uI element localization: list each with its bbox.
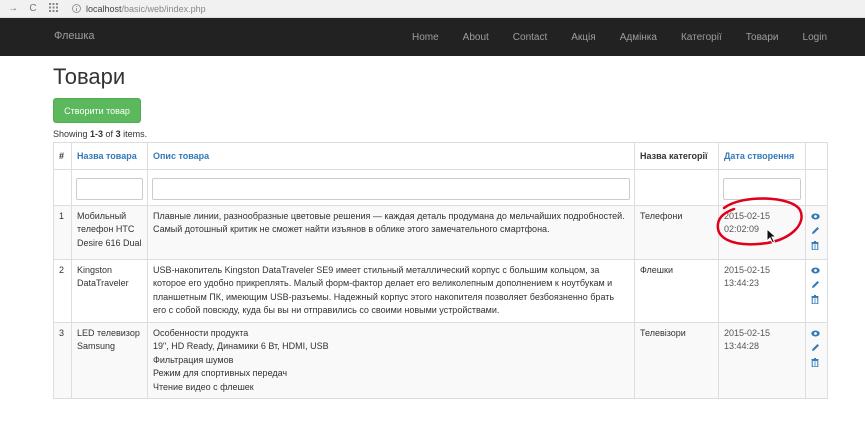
back-button[interactable]: → xyxy=(6,3,20,14)
created-date-cell: 2015-02-15 02:02:09 xyxy=(718,204,806,260)
filter-date-input[interactable] xyxy=(723,177,801,200)
created-date: 2015-02-15 xyxy=(724,210,771,221)
nav-item-admin[interactable]: Адмінка xyxy=(620,32,657,43)
row-number: 1 xyxy=(53,204,72,260)
row-number: 3 xyxy=(53,321,72,399)
filter-cell-date xyxy=(718,168,806,206)
nav-item-login[interactable]: Login xyxy=(803,32,827,43)
description-line: Чтение видео с флешек xyxy=(153,381,254,392)
filter-cell-description xyxy=(147,168,635,206)
row-actions xyxy=(805,204,828,260)
product-description: USB-накопитель Kingston DataTraveler SE9… xyxy=(147,258,635,323)
row-actions xyxy=(805,321,828,399)
reload-button[interactable]: C xyxy=(26,3,40,14)
filter-name-input[interactable] xyxy=(76,177,143,200)
nav-item-home[interactable]: Home xyxy=(412,32,439,43)
url-path: /basic/web/index.php xyxy=(121,3,206,14)
created-time: 02:02:09 xyxy=(724,224,760,234)
created-time: 13:44:23 xyxy=(724,278,760,288)
created-date-cell: 2015-02-15 13:44:28 xyxy=(718,321,806,399)
pencil-icon[interactable] xyxy=(811,225,822,240)
col-category: Назва категорії xyxy=(634,142,719,170)
row-actions xyxy=(805,258,828,323)
created-date-cell: 2015-02-15 13:44:23 xyxy=(718,258,806,323)
nav-item-products[interactable]: Товари xyxy=(746,32,779,43)
description-line: 19", HD Ready, Динамики 6 Вт, HDMI, USB xyxy=(153,341,329,351)
page-title: Товари xyxy=(53,64,126,89)
products-table: # Назва товара Опис товара Назва категор… xyxy=(53,142,828,399)
filter-cell-actions xyxy=(805,168,828,206)
summary-suffix: items. xyxy=(120,129,148,139)
product-description: Плавные линии, разнообразные цветовые ре… xyxy=(147,204,635,260)
table-row: 2 Kingston DataTraveler USB-накопитель K… xyxy=(53,258,828,323)
top-navbar: Флешка Home About Contact Акція Адмінка … xyxy=(0,18,865,56)
summary-range: 1-3 xyxy=(90,129,104,139)
product-category: Флешки xyxy=(634,258,719,323)
description-line: Фильтрация шумов xyxy=(153,354,234,365)
table-header-row: # Назва товара Опис товара Назва категор… xyxy=(53,142,828,170)
table-row: 1 Мобильный телефон HTC Desire 616 Dual … xyxy=(53,204,828,260)
created-date: 2015-02-15 xyxy=(724,264,771,275)
filter-row xyxy=(53,168,828,206)
nav-item-promo[interactable]: Акція xyxy=(571,32,595,43)
browser-toolbar: → C localhost/basic/web/index.php xyxy=(0,0,865,18)
nav-item-categories[interactable]: Категорії xyxy=(681,32,722,43)
eye-icon[interactable] xyxy=(811,327,822,342)
sort-date-link[interactable]: Дата створення xyxy=(718,142,806,170)
grid-summary: Showing 1-3 of 3 items. xyxy=(53,129,147,139)
url-host: localhost xyxy=(86,3,122,14)
created-time: 13:44:28 xyxy=(724,341,760,351)
create-product-button[interactable]: Створити товар xyxy=(53,98,141,123)
product-name: Мобильный телефон HTC Desire 616 Dual xyxy=(71,204,148,260)
brand-link[interactable]: Флешка xyxy=(54,30,95,42)
row-number: 2 xyxy=(53,258,72,323)
sort-description-link[interactable]: Опис товара xyxy=(147,142,635,170)
product-description: Особенности продукта 19", HD Ready, Дина… xyxy=(147,321,635,399)
product-name: Kingston DataTraveler xyxy=(71,258,148,323)
filter-cell-empty xyxy=(53,168,72,206)
apps-icon[interactable] xyxy=(46,2,60,15)
trash-icon[interactable] xyxy=(811,357,822,372)
col-number: # xyxy=(53,142,72,170)
summary-of: of xyxy=(103,129,116,139)
eye-icon[interactable] xyxy=(811,264,822,279)
filter-description-input[interactable] xyxy=(152,177,630,200)
page-info-icon xyxy=(72,4,81,13)
pencil-icon[interactable] xyxy=(811,342,822,357)
filter-cell-category xyxy=(634,168,719,206)
created-date: 2015-02-15 xyxy=(724,327,771,338)
sort-name-link[interactable]: Назва товара xyxy=(71,142,148,170)
nav-menu: Home About Contact Акція Адмінка Категор… xyxy=(388,18,827,56)
description-line: Особенности продукта xyxy=(153,327,249,338)
description-line: Режим для спортивных передач xyxy=(153,368,288,378)
eye-icon[interactable] xyxy=(811,210,822,225)
pencil-icon[interactable] xyxy=(811,279,822,294)
trash-icon[interactable] xyxy=(811,240,822,255)
filter-cell-name xyxy=(71,168,148,206)
nav-item-about[interactable]: About xyxy=(463,32,489,43)
product-category: Телевізори xyxy=(634,321,719,399)
table-row: 3 LED телевизор Samsung Особенности прод… xyxy=(53,321,828,399)
summary-prefix: Showing xyxy=(53,129,91,139)
col-actions xyxy=(805,142,828,170)
product-category: Телефони xyxy=(634,204,719,260)
product-name: LED телевизор Samsung xyxy=(71,321,148,399)
nav-item-contact[interactable]: Contact xyxy=(513,32,547,43)
address-bar[interactable]: localhost/basic/web/index.php xyxy=(72,4,206,14)
trash-icon[interactable] xyxy=(811,294,822,309)
